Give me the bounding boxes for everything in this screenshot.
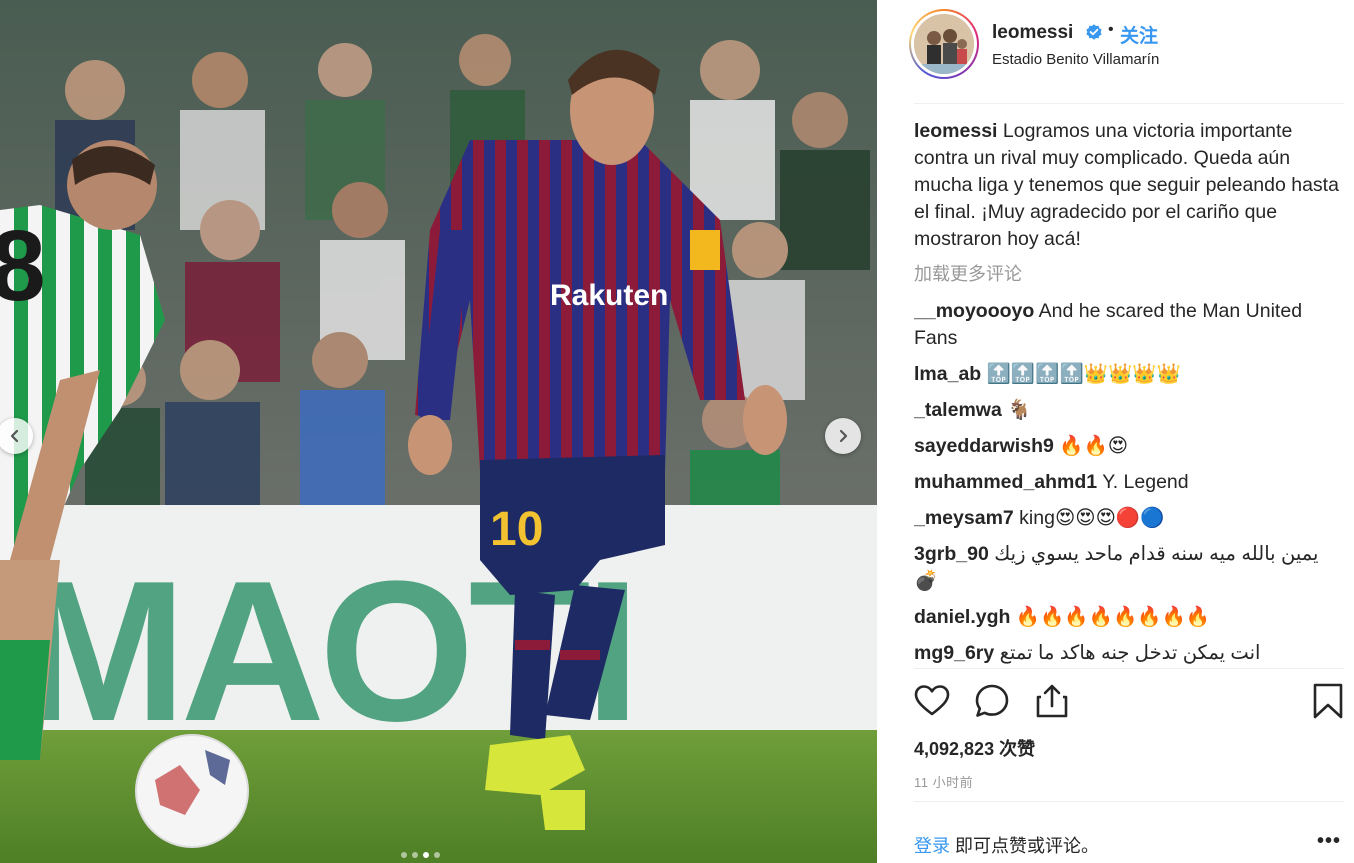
login-link[interactable]: 登录 [914,836,950,856]
avatar-image [914,14,974,74]
avatar[interactable] [909,9,979,79]
comment-username[interactable]: _meysam7 [914,507,1014,529]
post-sidebar: leomessi • 关注 Estadio Benito Villamarín … [877,0,1354,863]
photo-scene: MAOTI 8 Rakuten 10 [0,0,877,863]
comment-username[interactable]: muhammed_ahmd1 [914,471,1097,493]
post-photo: MAOTI 8 Rakuten 10 [0,0,877,863]
comment-item: mg9_6ry انت يمكن تدخل جنه هاكد ما تمتع [914,640,1344,667]
carousel-dot [412,852,418,858]
comment-username[interactable]: lma_ab [914,363,981,385]
carousel-next-button[interactable] [825,418,861,454]
share-icon[interactable] [1034,683,1070,719]
comment-username[interactable]: daniel.ygh [914,606,1010,628]
comment-username[interactable]: sayeddarwish9 [914,435,1054,457]
comment-text: 🔥🔥🔥🔥🔥🔥🔥🔥 [1015,606,1211,628]
comment-text: 🐐 [1007,399,1032,421]
post-timestamp[interactable]: 11 小时前 [914,772,973,791]
carousel-dot [401,852,407,858]
header-separator: • [1108,21,1114,38]
comment-item: _meysam7 king😍😍😍🔴🔵 [914,505,1344,532]
divider [914,103,1344,104]
shirt-sponsor: Rakuten [550,279,668,312]
comment-item: __moyoooyo And he scared the Man United … [914,298,1344,352]
comment-text: انت يمكن تدخل جنه هاكد ما تمتع [999,642,1261,664]
comments-list: leomessi Logramos una victoria important… [914,118,1344,668]
carousel-dot [423,852,429,858]
post-username[interactable]: leomessi [992,22,1073,44]
comment-icon[interactable] [974,683,1010,719]
comment-text: 🔝🔝🔝🔝👑👑👑👑 [986,363,1181,385]
comment-item: sayeddarwish9 🔥🔥😍 [914,433,1344,460]
heart-icon[interactable] [914,683,950,719]
comment-item: muhammed_ahmd1 Y. Legend [914,469,1344,496]
bookmark-icon[interactable] [1310,683,1346,719]
carousel-dot [434,852,440,858]
comment-username[interactable]: 3grb_90 [914,543,989,565]
comment-item: daniel.ygh 🔥🔥🔥🔥🔥🔥🔥🔥 [914,604,1344,631]
carousel-indicator [401,852,440,858]
follow-button[interactable]: 关注 [1120,21,1158,48]
divider [914,801,1344,802]
opponent-number: 8 [0,210,46,322]
verified-badge-icon [1086,24,1102,40]
post-header: leomessi • 关注 Estadio Benito Villamarín [877,0,1354,104]
comment-item: lma_ab 🔝🔝🔝🔝👑👑👑👑 [914,361,1344,388]
post-caption: leomessi Logramos una victoria important… [914,118,1344,253]
comment-item: _talemwa 🐐 [914,397,1344,424]
comment-item: 3grb_90 يمين بالله ميه سنه قدام ماحد يسو… [914,541,1344,595]
comment-username[interactable]: _talemwa [914,399,1002,421]
chevron-right-icon [839,429,848,443]
caption-username[interactable]: leomessi [914,120,997,142]
post-actions [914,683,1344,721]
login-prompt-text: 即可点赞或评论。 [950,836,1100,856]
post-location[interactable]: Estadio Benito Villamarín [992,51,1159,68]
comment-text: 🔥🔥😍 [1059,435,1129,457]
likes-count[interactable]: 4,092,823 次赞 [914,735,1035,761]
more-options-button[interactable]: ••• [1317,830,1341,853]
divider [914,668,1344,669]
comment-text: king😍😍😍🔴🔵 [1019,507,1165,529]
comment-text: Y. Legend [1102,471,1189,493]
load-more-comments-button[interactable]: 加载更多评论 [914,261,1344,288]
comment-username[interactable]: __moyoooyo [914,300,1034,322]
shorts-number: 10 [490,503,543,556]
login-prompt: 登录 即可点赞或评论。 [914,832,1099,858]
chevron-left-icon [10,429,19,443]
comment-username[interactable]: mg9_6ry [914,642,994,664]
